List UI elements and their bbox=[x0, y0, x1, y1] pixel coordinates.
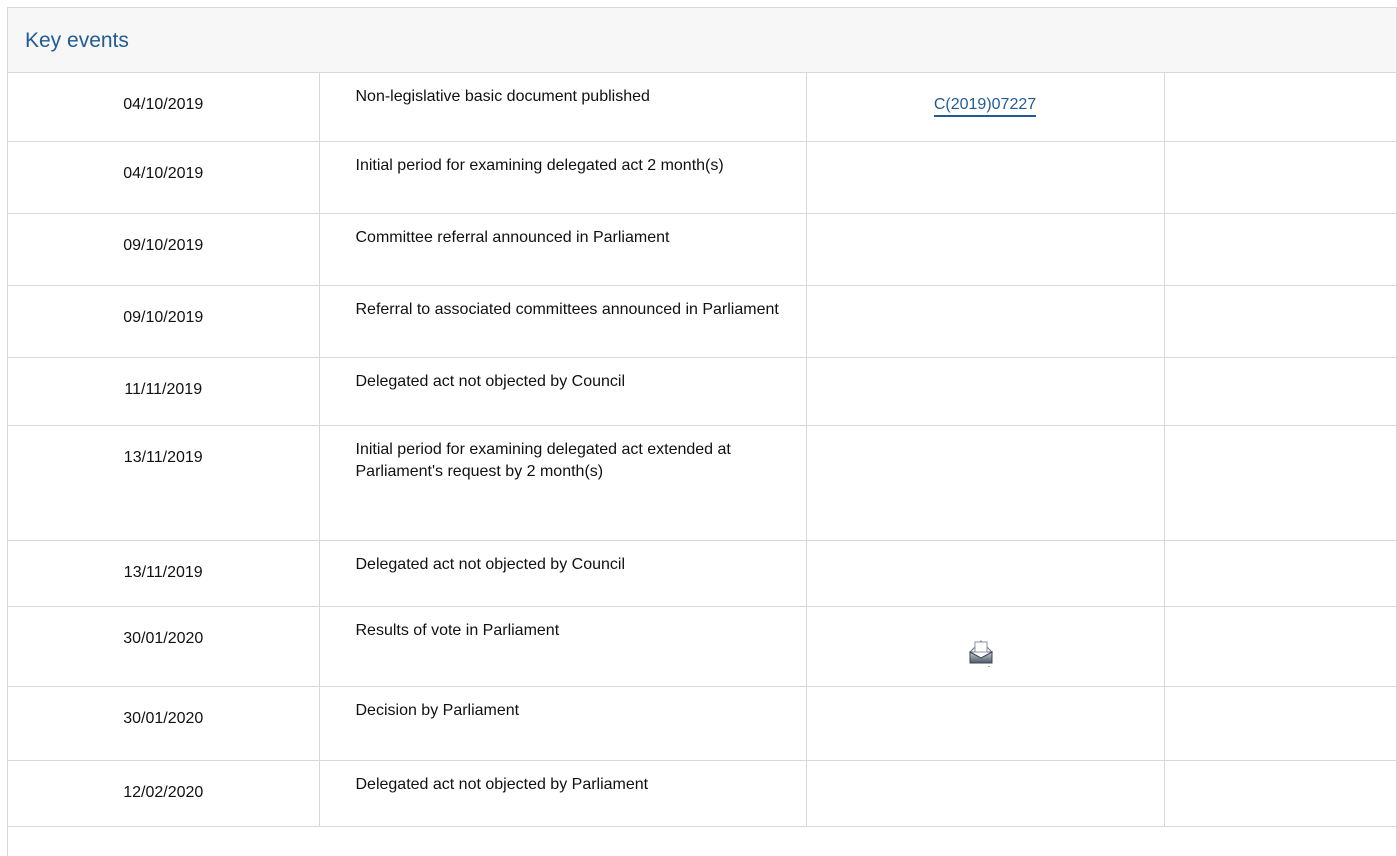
event-date: 09/10/2019 bbox=[123, 308, 204, 326]
key-events-panel: Key events 04/10/2019 Non-legislative ba… bbox=[7, 7, 1397, 856]
event-description: Committee referral announced in Parliame… bbox=[355, 228, 670, 246]
event-description: Delegated act not objected by Council bbox=[355, 555, 626, 573]
document-link[interactable]: C(2019)07227 bbox=[933, 95, 1037, 117]
event-date: 11/11/2019 bbox=[124, 380, 203, 398]
panel-title: Key events bbox=[25, 29, 129, 52]
event-date: 13/11/2019 bbox=[123, 563, 203, 581]
event-description: Non-legislative basic document published bbox=[355, 88, 650, 105]
event-description: Decision by Parliament bbox=[355, 701, 520, 719]
event-description: Initial period for examining delegated a… bbox=[355, 440, 731, 480]
event-date: 30/01/2020 bbox=[123, 629, 204, 647]
event-description: Delegated act not objected by Parliament bbox=[355, 775, 649, 793]
event-description: Delegated act not objected by Council bbox=[355, 372, 626, 390]
event-date: 13/11/2019 bbox=[123, 448, 203, 466]
ballot-box-icon[interactable] bbox=[967, 636, 995, 675]
panel-header: Key events bbox=[8, 8, 1396, 73]
table-row: 09/10/2019 Committee referral announced … bbox=[8, 213, 1396, 286]
key-events-table: 04/10/2019 Non-legislative basic documen… bbox=[8, 73, 1396, 827]
table-row: 11/11/2019 Delegated act not objected by… bbox=[8, 357, 1396, 426]
table-row: 30/01/2020 Decision by Parliament bbox=[8, 686, 1396, 761]
table-row: 04/10/2019 Initial period for examining … bbox=[8, 141, 1396, 214]
table-row: 09/10/2019 Referral to associated commit… bbox=[8, 285, 1396, 358]
event-description: Referral to associated committees announ… bbox=[355, 300, 779, 318]
event-date: 09/10/2019 bbox=[123, 236, 204, 254]
event-description: Results of vote in Parliament bbox=[355, 621, 560, 639]
event-date: 04/10/2019 bbox=[123, 96, 204, 113]
event-date: 12/02/2020 bbox=[123, 783, 204, 801]
table-row: 30/01/2020 Results of vote in Parliament bbox=[8, 606, 1396, 687]
table-row: 13/11/2019 Delegated act not objected by… bbox=[8, 540, 1396, 607]
table-row: 04/10/2019 Non-legislative basic documen… bbox=[8, 73, 1396, 142]
event-description: Initial period for examining delegated a… bbox=[355, 156, 724, 174]
event-date: 30/01/2020 bbox=[123, 709, 204, 727]
table-row: 13/11/2019 Initial period for examining … bbox=[8, 425, 1396, 541]
event-date: 04/10/2019 bbox=[123, 164, 204, 182]
table-row: 12/02/2020 Delegated act not objected by… bbox=[8, 760, 1396, 827]
